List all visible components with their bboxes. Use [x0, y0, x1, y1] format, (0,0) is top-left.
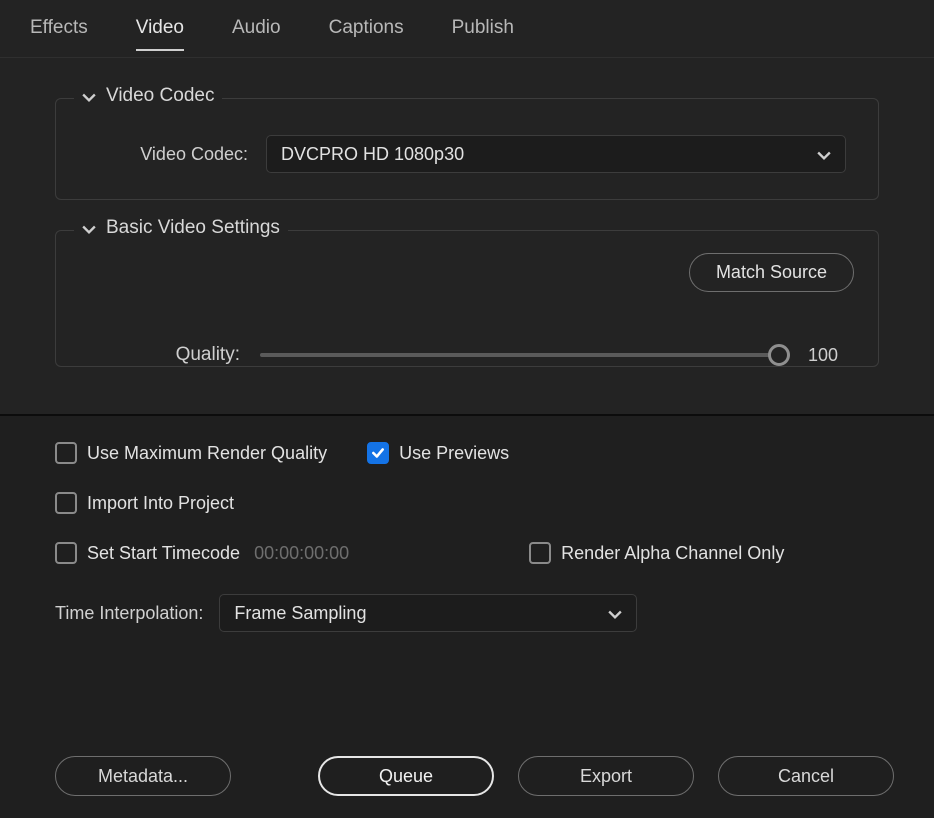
use-previews-label: Use Previews — [399, 443, 509, 464]
set-start-timecode-checkbox[interactable]: Set Start Timecode 00:00:00:00 — [55, 542, 349, 564]
render-alpha-label: Render Alpha Channel Only — [561, 543, 784, 564]
checkbox-checked-icon — [367, 442, 389, 464]
basic-video-settings-group: Basic Video Settings Match Source Qualit… — [55, 230, 879, 367]
tab-audio[interactable]: Audio — [232, 17, 281, 51]
video-codec-value: DVCPRO HD 1080p30 — [281, 144, 464, 165]
chevron-down-icon[interactable] — [82, 89, 96, 103]
import-into-project-label: Import Into Project — [87, 493, 234, 514]
chevron-down-icon — [817, 147, 831, 161]
metadata-button[interactable]: Metadata... — [55, 756, 231, 796]
video-codec-section-title: Video Codec — [106, 85, 214, 107]
render-alpha-checkbox[interactable]: Render Alpha Channel Only — [529, 542, 784, 564]
cancel-button[interactable]: Cancel — [718, 756, 894, 796]
slider-thumb[interactable] — [768, 344, 790, 366]
set-start-timecode-label: Set Start Timecode — [87, 543, 240, 564]
checkbox-icon — [529, 542, 551, 564]
video-settings-panel: Video Codec Video Codec: DVCPRO HD 1080p… — [0, 58, 934, 414]
use-max-render-label: Use Maximum Render Quality — [87, 443, 327, 464]
time-interpolation-value: Frame Sampling — [234, 603, 366, 624]
chevron-down-icon — [608, 606, 622, 620]
export-options-panel: Use Maximum Render Quality Use Previews … — [0, 414, 934, 632]
basic-video-section-title: Basic Video Settings — [106, 217, 280, 239]
tab-publish[interactable]: Publish — [452, 17, 514, 51]
tab-effects[interactable]: Effects — [30, 17, 88, 51]
quality-label: Quality: — [80, 344, 240, 366]
quality-slider[interactable] — [260, 353, 788, 357]
video-codec-group: Video Codec Video Codec: DVCPRO HD 1080p… — [55, 98, 879, 200]
dialog-button-bar: Metadata... Queue Export Cancel — [55, 756, 894, 796]
checkbox-icon — [55, 542, 77, 564]
import-into-project-checkbox[interactable]: Import Into Project — [55, 492, 234, 514]
export-button[interactable]: Export — [518, 756, 694, 796]
tab-captions[interactable]: Captions — [329, 17, 404, 51]
use-max-render-checkbox[interactable]: Use Maximum Render Quality — [55, 442, 327, 464]
export-tabs: Effects Video Audio Captions Publish — [0, 0, 934, 58]
queue-button[interactable]: Queue — [318, 756, 494, 796]
time-interpolation-label: Time Interpolation: — [55, 603, 203, 624]
video-codec-label: Video Codec: — [88, 144, 248, 165]
chevron-down-icon[interactable] — [82, 221, 96, 235]
video-codec-select[interactable]: DVCPRO HD 1080p30 — [266, 135, 846, 173]
use-previews-checkbox[interactable]: Use Previews — [367, 442, 509, 464]
quality-value: 100 — [808, 345, 854, 366]
checkbox-icon — [55, 492, 77, 514]
time-interpolation-select[interactable]: Frame Sampling — [219, 594, 637, 632]
tab-video[interactable]: Video — [136, 17, 184, 51]
match-source-button[interactable]: Match Source — [689, 253, 854, 292]
start-timecode-value: 00:00:00:00 — [254, 543, 349, 564]
checkbox-icon — [55, 442, 77, 464]
